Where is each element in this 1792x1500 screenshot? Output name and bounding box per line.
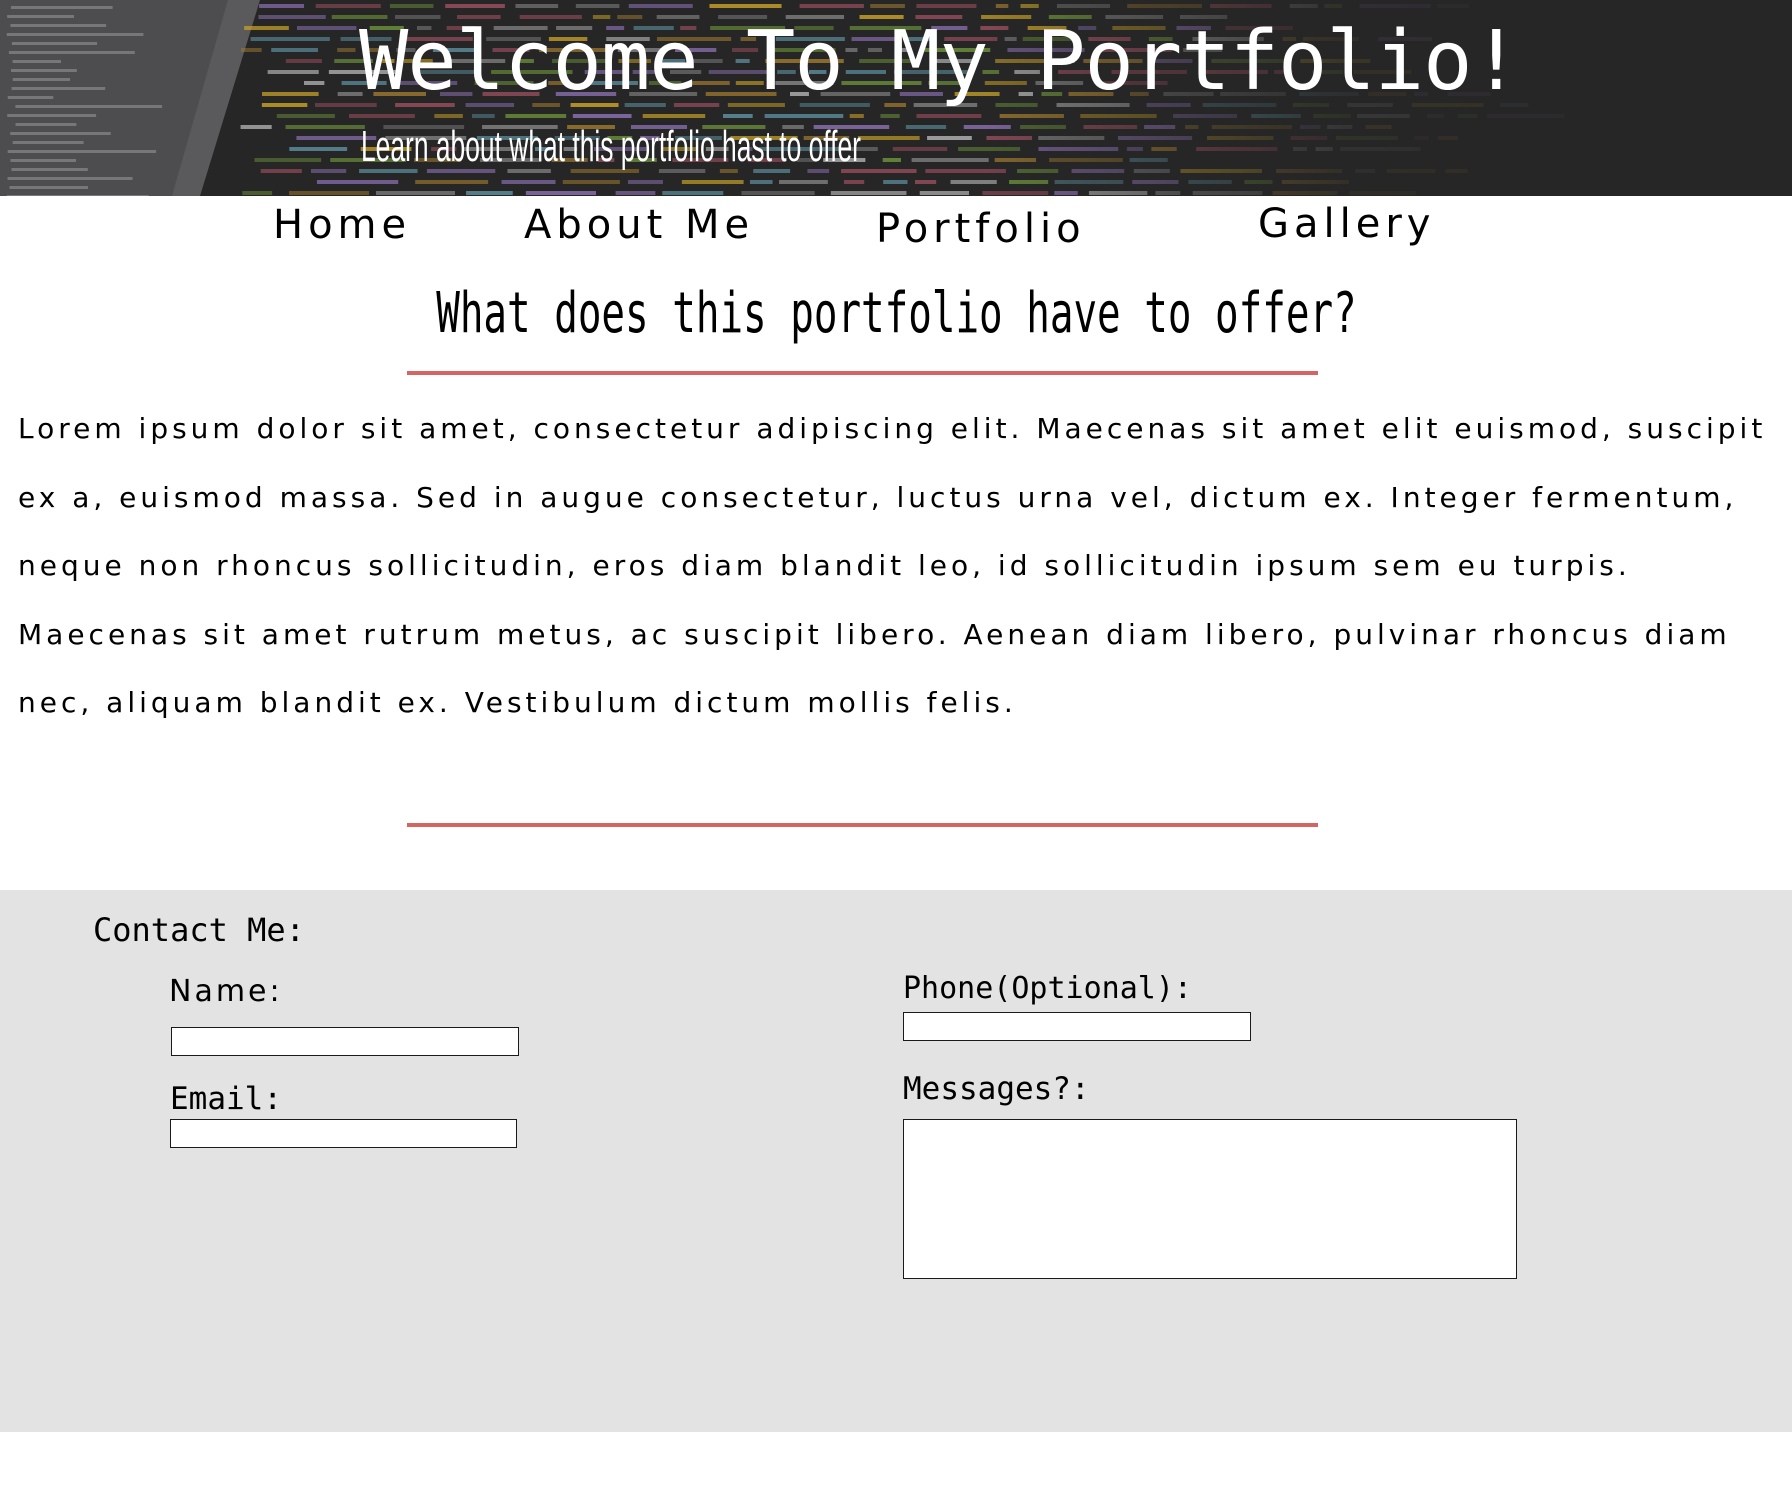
nav-link-about-me[interactable]: About Me: [524, 200, 754, 250]
divider-top: [407, 371, 1318, 375]
name-label: Name:: [169, 974, 283, 1009]
nav-link-gallery[interactable]: Gallery: [1258, 199, 1435, 249]
section-heading-text: What does this portfolio have to offer?: [435, 281, 1357, 346]
email-label: Email:: [170, 1081, 282, 1117]
email-input[interactable]: [170, 1119, 517, 1148]
nav-link-home[interactable]: Home: [273, 200, 411, 250]
messages-textarea[interactable]: [903, 1119, 1517, 1279]
divider-bottom: [407, 823, 1318, 827]
section-heading: What does this portfolio have to offer?: [0, 276, 1792, 352]
phone-input[interactable]: [903, 1012, 1251, 1041]
intro-paragraph: Lorem ipsum dolor sit amet, consectetur …: [18, 412, 1767, 719]
phone-label: Phone(Optional):: [903, 971, 1192, 1006]
messages-label: Messages?:: [903, 1071, 1090, 1107]
main-navigation: Home About Me Portfolio Gallery: [0, 196, 1792, 256]
name-input[interactable]: [171, 1027, 519, 1056]
page-subtitle: Learn about what this portfolio hast to …: [361, 122, 861, 171]
contact-section: Contact Me: Name: Email: Phone(Optional)…: [0, 890, 1792, 1432]
contact-title: Contact Me:: [93, 911, 305, 949]
nav-link-portfolio[interactable]: Portfolio: [876, 204, 1086, 254]
header-banner: Welcome To My Portfolio! Learn about wha…: [0, 0, 1792, 196]
page-title: Welcome To My Portfolio!: [359, 14, 1521, 109]
